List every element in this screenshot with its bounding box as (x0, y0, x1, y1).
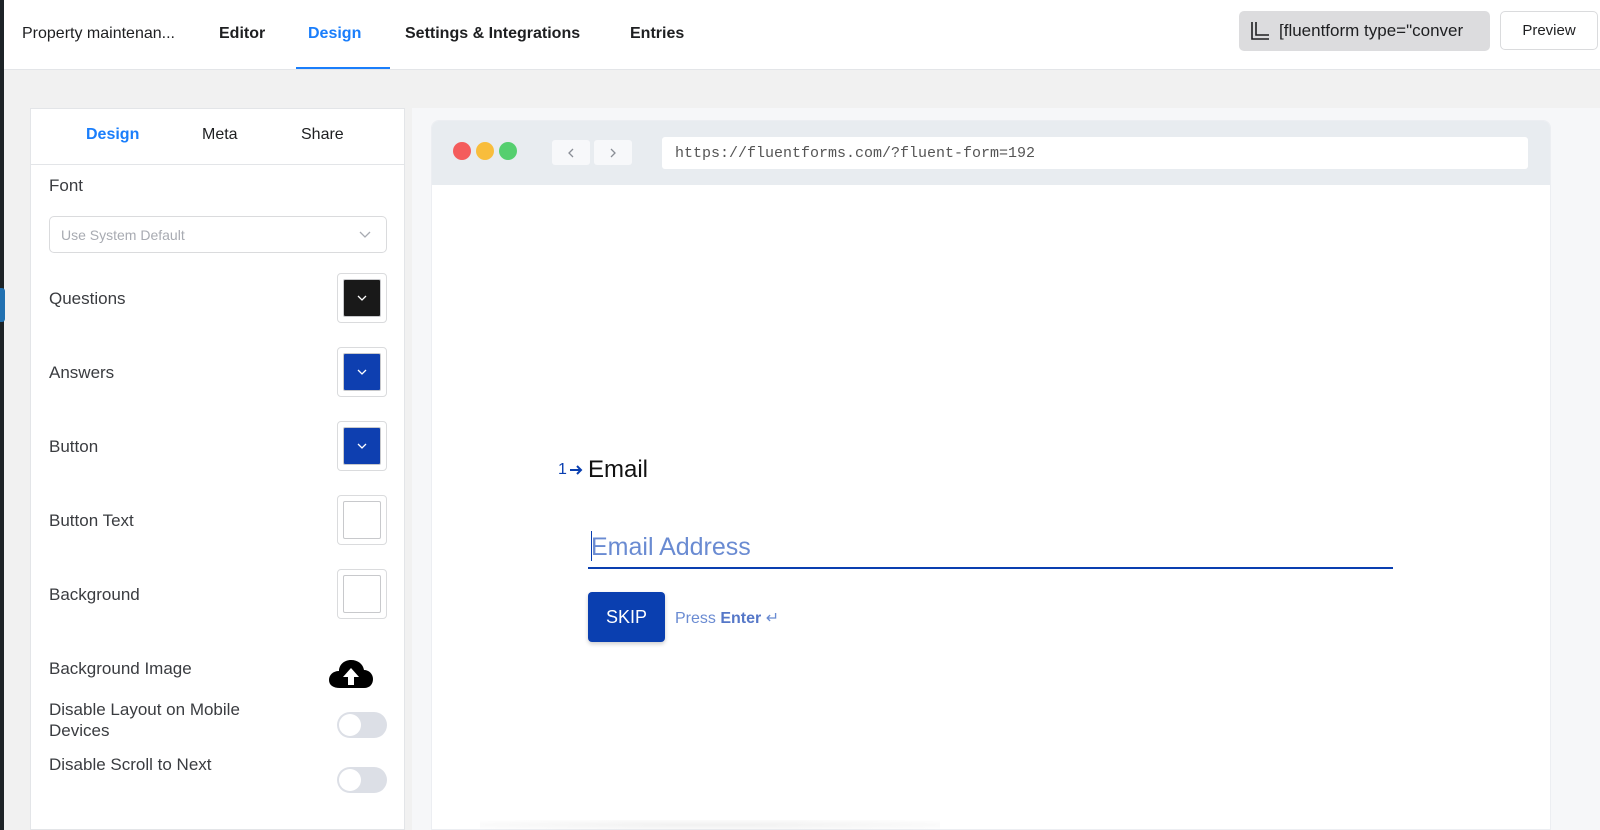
panel-tab-design[interactable]: Design (86, 126, 139, 144)
maximize-dot-icon (499, 142, 517, 160)
admin-sidebar-indicator (0, 288, 5, 322)
button-color-swatch (343, 427, 381, 465)
panel-tab-share[interactable]: Share (301, 126, 344, 144)
disable-layout-toggle[interactable] (337, 712, 387, 738)
background-image-label: Background Image (49, 659, 192, 678)
arrow-right-icon (569, 465, 583, 475)
active-tab-indicator (296, 67, 390, 69)
chevron-down-icon (357, 369, 367, 375)
disable-layout-label: Disable Layout on Mobile Devices (49, 700, 240, 740)
tab-editor[interactable]: Editor (219, 25, 265, 43)
button-text-color-label: Button Text (49, 511, 134, 530)
enter-text: Enter (720, 610, 762, 627)
browser-toolbar: https://fluentforms.com/?fluent-form=192 (432, 121, 1550, 185)
questions-color-label: Questions (49, 289, 126, 308)
url-bar[interactable]: https://fluentforms.com/?fluent-form=192 (662, 137, 1528, 169)
chevron-down-icon (357, 295, 367, 301)
tab-entries[interactable]: Entries (630, 25, 684, 43)
questions-color-picker[interactable] (337, 273, 387, 323)
preview-button[interactable]: Preview (1500, 11, 1598, 50)
panel-tabs: Design Meta Share (31, 109, 404, 165)
skip-button[interactable]: SKIP (588, 592, 665, 642)
enter-key-icon: ↵ (765, 610, 780, 627)
chevron-down-icon (357, 443, 367, 449)
font-select[interactable]: Use System Default (49, 216, 387, 253)
background-color-picker[interactable] (337, 569, 387, 619)
chevron-down-icon (359, 231, 371, 238)
press-enter-hint: Press Enter ↵ (675, 608, 779, 628)
forward-button[interactable] (594, 140, 632, 165)
url-text: https://fluentforms.com/?fluent-form=192 (675, 144, 1036, 162)
design-settings-panel: Design Meta Share Font Use System Defaul… (30, 108, 405, 830)
answers-color-picker[interactable] (337, 347, 387, 397)
panel-tab-meta[interactable]: Meta (202, 126, 238, 144)
question-title: Email (588, 456, 649, 483)
answers-color-label: Answers (49, 363, 115, 382)
footer-shadow (480, 820, 940, 830)
admin-sidebar-edge (0, 0, 4, 830)
tab-design[interactable]: Design (308, 25, 361, 43)
button-color-label: Button (49, 437, 99, 456)
answers-color-swatch (343, 353, 381, 391)
minimize-dot-icon (476, 142, 494, 160)
press-text: Press (675, 610, 716, 627)
background-color-swatch (343, 575, 381, 613)
shortcode-copy-button[interactable]: [fluentform type="conver (1239, 11, 1490, 51)
email-field[interactable] (588, 527, 1393, 569)
text-cursor (591, 531, 592, 561)
back-button[interactable] (552, 140, 590, 165)
shortcode-text: [fluentform type="conver (1279, 21, 1464, 40)
cloud-upload-icon[interactable] (328, 658, 374, 692)
questions-color-swatch (343, 279, 381, 317)
copy-icon (1251, 22, 1269, 40)
button-text-color-swatch (343, 501, 381, 539)
button-color-picker[interactable] (337, 421, 387, 471)
question-number: 1 (558, 461, 583, 479)
chevron-left-icon (568, 148, 574, 157)
tab-settings-integrations[interactable]: Settings & Integrations (405, 25, 580, 43)
chevron-right-icon (610, 148, 616, 157)
button-text-color-picker[interactable] (337, 495, 387, 545)
form-name[interactable]: Property maintenan... (22, 25, 175, 43)
font-select-value: Use System Default (61, 226, 185, 243)
disable-scroll-toggle[interactable] (337, 767, 387, 793)
close-dot-icon (453, 142, 471, 160)
disable-scroll-label: Disable Scroll to Next (49, 755, 212, 774)
top-navigation-bar: Property maintenan... Editor Design Sett… (4, 0, 1600, 70)
background-color-label: Background (49, 585, 140, 604)
question-number-text: 1 (558, 461, 567, 478)
font-label: Font (49, 176, 84, 195)
